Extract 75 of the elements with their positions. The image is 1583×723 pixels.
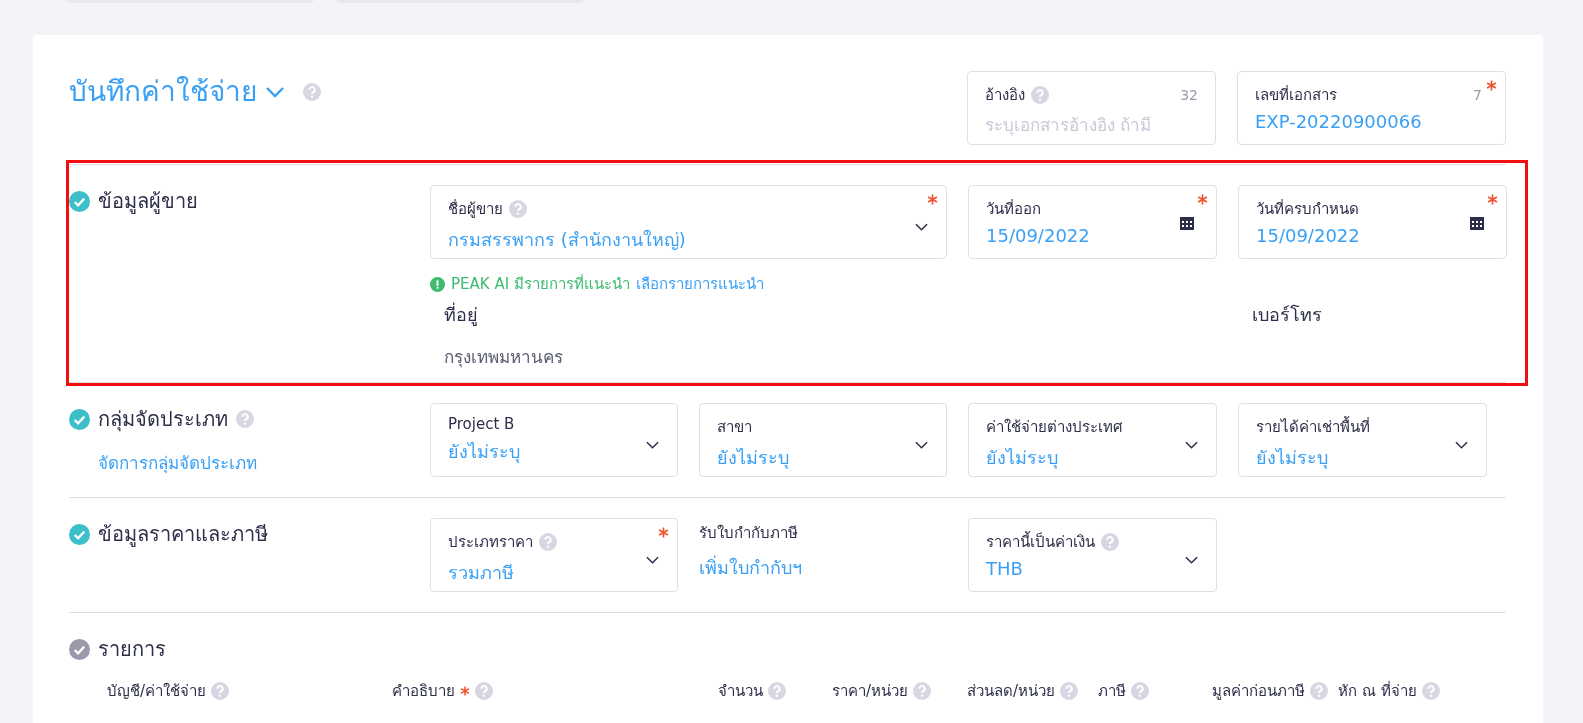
column-header: ส่วนลด/หน่วย [967, 681, 1056, 702]
help-icon[interactable] [1310, 682, 1328, 700]
field-label: ประเภทราคา [448, 532, 533, 553]
section-title: กลุ่มจัดประเภท [98, 406, 228, 434]
chevron-icon [1185, 556, 1198, 564]
column-header: หัก ณ ที่จ่าย [1338, 680, 1417, 702]
field-value: รวมภาษี [448, 561, 514, 585]
help-icon[interactable] [236, 410, 254, 428]
column-header: จำนวน [718, 681, 763, 702]
calendar-icon[interactable] [1470, 216, 1484, 230]
column-header: บัญชี/ค่าใช้จ่าย [107, 681, 207, 702]
chevron-icon [915, 441, 928, 449]
column-header: คำอธิบาย [392, 681, 455, 702]
help-icon[interactable] [913, 682, 932, 700]
help-icon[interactable] [768, 682, 786, 700]
date-field[interactable]: วันที่ครบกำหนด 15/09/2022 [1238, 185, 1507, 259]
field-value: 15/09/2022 [1256, 225, 1360, 246]
field-value: EXP-20220900066 [1255, 111, 1422, 132]
field-label: ชื่อผู้ขาย [448, 198, 503, 220]
address-value: กรุงเทพมหานคร [444, 346, 564, 370]
ai-suggestion-text: PEAK AI มีรายการที่แนะนำ [451, 273, 630, 295]
calendar-icon[interactable] [1180, 216, 1194, 230]
address-label: ที่อยู่ [444, 301, 479, 328]
select-field[interactable]: Project B ยังไม่ระบุ [430, 403, 678, 477]
character-counter: 32 [1180, 87, 1198, 103]
column-header: มูลค่าก่อนภาษี [1212, 681, 1305, 702]
field-label: เลขที่เอกสาร [1255, 84, 1337, 106]
section-title: ข้อมูลราคาและภาษี [98, 521, 268, 549]
date-field[interactable]: วันที่ออก 15/09/2022 [968, 185, 1217, 259]
phone-label: เบอร์โทร [1252, 303, 1323, 327]
help-icon[interactable] [303, 83, 321, 101]
chevron-icon [1455, 441, 1468, 449]
chevron-icon [646, 441, 659, 449]
help-icon[interactable] [1131, 682, 1149, 700]
field-value: ยังไม่ระบุ [986, 446, 1058, 471]
chevron-icon [915, 223, 928, 231]
field-label: Project B [448, 415, 515, 433]
field-label: สาขา [717, 417, 752, 438]
select-field[interactable]: ราคานี้เป็นค่าเงิน THB [968, 518, 1217, 592]
column-header: ราคา/หน่วย [832, 681, 909, 702]
field-value: ยังไม่ระบุ [448, 440, 520, 465]
field-value: ยังไม่ระบุ [717, 446, 789, 471]
field-label: วันที่ครบกำหนด [1256, 198, 1359, 220]
field-label: ราคานี้เป็นค่าเงิน [986, 530, 1095, 553]
character-counter: 7 [1473, 87, 1482, 103]
field-label: ค่าใช้จ่ายต่างประเทศ [986, 417, 1123, 438]
help-icon[interactable] [1060, 682, 1079, 700]
help-icon[interactable] [1101, 533, 1119, 551]
field-label: วันที่ออก [986, 198, 1041, 220]
select-field[interactable]: ชื่อผู้ขาย กรมสรรพากร (สำนักงานใหญ่) [430, 185, 947, 259]
help-icon[interactable] [211, 682, 230, 700]
section-title: รายการ [98, 636, 166, 663]
select-field[interactable]: สาขา ยังไม่ระบุ [699, 403, 947, 477]
chevron-icon [646, 556, 659, 564]
field-value: THB [986, 558, 1023, 579]
alert-icon [430, 276, 445, 292]
select-field[interactable]: ค่าใช้จ่ายต่างประเทศ ยังไม่ระบุ [968, 403, 1217, 477]
column-header: ภาษี [1098, 681, 1126, 702]
field-value: ยังไม่ระบุ [1256, 446, 1328, 471]
help-icon[interactable] [1031, 86, 1049, 104]
help-icon[interactable] [475, 682, 493, 700]
chevron-icon [1185, 441, 1198, 449]
chevron-icon [265, 85, 285, 98]
field-value: 15/09/2022 [986, 225, 1090, 246]
help-icon[interactable] [509, 200, 527, 218]
select-field[interactable]: รายได้ค่าเช่าพื้นที่ ยังไม่ระบุ [1238, 403, 1487, 477]
section-title: ข้อมูลผู้ขาย [98, 188, 198, 216]
help-icon[interactable] [539, 533, 557, 551]
help-icon[interactable] [1421, 682, 1440, 700]
field-label: อ้างอิง [985, 85, 1025, 106]
field-value: กรมสรรพากร (สำนักงานใหญ่) [448, 228, 686, 252]
text-field[interactable]: เลขที่เอกสาร 7 EXP-20220900066 [1237, 71, 1506, 145]
field-label: รายได้ค่าเช่าพื้นที่ [1256, 415, 1370, 438]
select-field[interactable]: ประเภทราคา รวมภาษี [430, 518, 678, 592]
field-label: รับใบกำกับภาษี [699, 523, 799, 544]
